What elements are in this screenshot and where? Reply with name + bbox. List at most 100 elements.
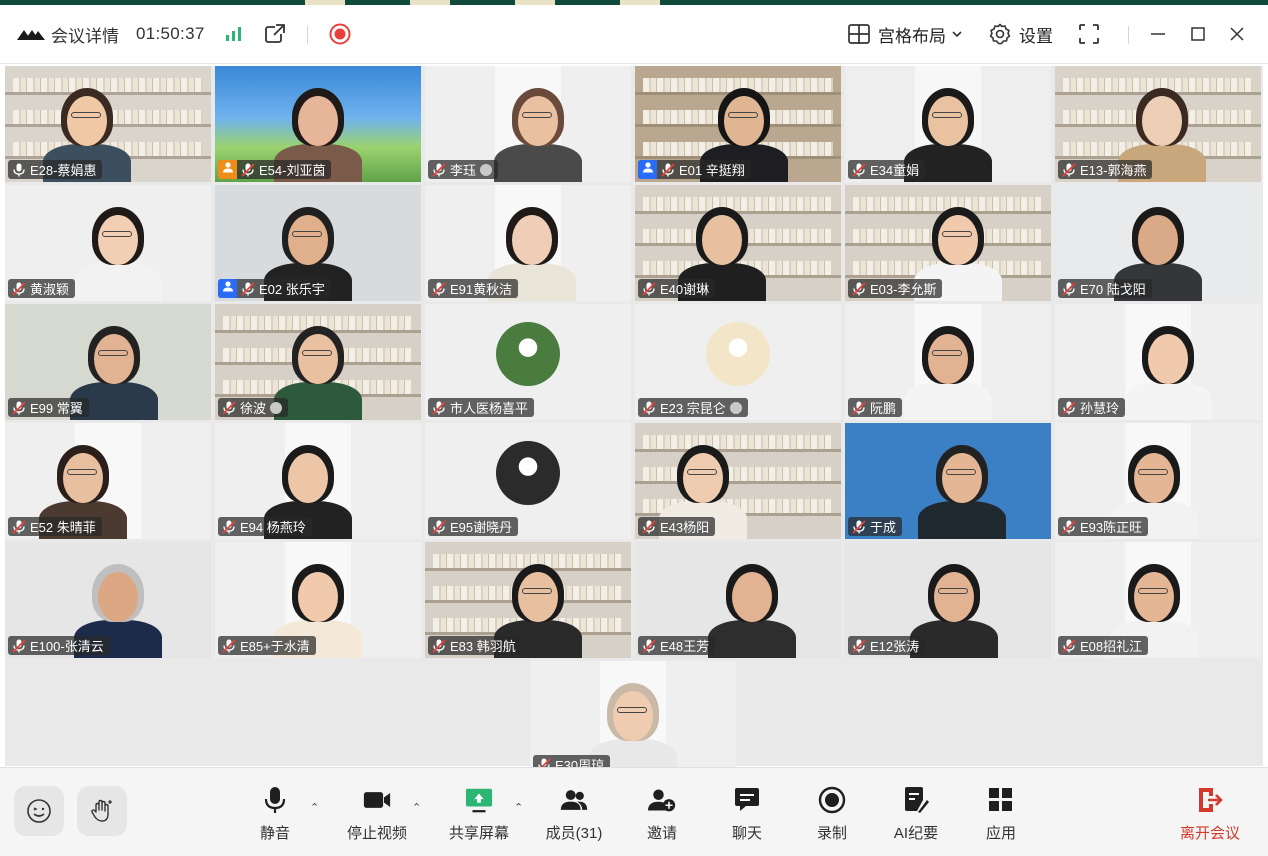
leave-meeting-button[interactable]: 离开会议 [1170, 780, 1250, 844]
participant-name: E23 宗昆仑 [660, 401, 726, 416]
person-face [1134, 453, 1174, 503]
participant-name: 阮鹏 [870, 401, 897, 416]
popout-icon[interactable] [264, 5, 286, 63]
stop-video-label: 停止视频 [346, 825, 407, 842]
network-signal-icon[interactable] [225, 5, 243, 63]
microphone-muted-icon [852, 638, 866, 653]
books-decoration [643, 197, 833, 211]
participant-video-tile[interactable]: 黄淑颖 [5, 185, 211, 301]
participant-video-tile[interactable]: E94 杨燕玲 [215, 423, 421, 539]
chat-button[interactable]: 聊天 [707, 780, 787, 844]
person-body [74, 263, 162, 301]
microphone-muted-icon [661, 162, 675, 177]
invite-label: 邀请 [646, 825, 677, 842]
participant-video-tile[interactable]: E83 韩羽航 [425, 542, 631, 658]
participant-video-tile[interactable]: 市人医杨喜平 [425, 304, 631, 420]
participant-name-label: E03-李允斯 [848, 279, 943, 298]
microphone-muted-icon [241, 281, 255, 296]
participant-video-tile[interactable]: E28-蔡娟惠 [5, 66, 211, 182]
chevron-down-icon [952, 30, 962, 38]
video-options-chevron-icon[interactable]: ⌃ [412, 801, 421, 814]
participant-name: 徐波 [240, 401, 267, 416]
participant-name-label: E85+于水清 [218, 636, 316, 655]
microphone-muted-icon [12, 519, 26, 534]
participant-video-tile[interactable]: E91黄秋洁 [425, 185, 631, 301]
participant-video-tile[interactable]: E100-张清云 [5, 542, 211, 658]
person-face [298, 96, 338, 146]
meeting-details-link[interactable]: 会议详情 [51, 5, 119, 63]
participant-name: E93陈正旺 [1080, 520, 1143, 535]
exit-door-icon [1196, 786, 1224, 814]
apps-button[interactable]: 应用 [961, 780, 1041, 844]
mute-options-chevron-icon[interactable]: ⌃ [310, 801, 319, 814]
person-face [98, 572, 138, 622]
participant-name: 于成 [870, 520, 897, 535]
participant-name: E91黄秋洁 [450, 282, 513, 297]
person-body [904, 382, 992, 420]
microphone-muted-icon [432, 519, 446, 534]
participant-video-tile[interactable]: E40谢琳 [635, 185, 841, 301]
participant-video-tile[interactable]: 阮鹏 [845, 304, 1051, 420]
participant-video-tile[interactable]: E43杨阳 [635, 423, 841, 539]
person-body [1124, 382, 1212, 420]
emoji-reaction-button[interactable] [14, 786, 64, 836]
participant-video-tile[interactable]: E85+于水清 [215, 542, 421, 658]
participant-video-tile[interactable]: E13-郭海燕 [1055, 66, 1261, 182]
participant-video-tile[interactable]: E12张涛 [845, 542, 1051, 658]
participant-video-tile[interactable]: E93陈正旺 [1055, 423, 1261, 539]
participant-video-tile[interactable]: E01 辛挺翔 [635, 66, 841, 182]
share-screen-icon [465, 786, 493, 814]
recording-indicator-icon[interactable] [329, 5, 351, 63]
participant-video-tile[interactable]: E99 常翼 [5, 304, 211, 420]
microphone-muted-icon [852, 281, 866, 296]
participant-video-tile[interactable]: E52 朱晴菲 [5, 423, 211, 539]
settings-button[interactable]: 设置 [989, 5, 1053, 63]
participant-video-tile[interactable]: E34童娟 [845, 66, 1051, 182]
participant-video-tile[interactable]: E23 宗昆仑 [635, 304, 841, 420]
participant-video-tile[interactable]: E30周琼 [530, 661, 736, 777]
share-screen-button[interactable]: 共享屏幕 [439, 780, 519, 844]
mute-button[interactable]: 静音 [235, 780, 315, 844]
glasses [98, 350, 128, 356]
person-face [942, 453, 982, 503]
participant-video-tile[interactable]: E08招礼江 [1055, 542, 1261, 658]
participant-video-tile[interactable]: 于成 [845, 423, 1051, 539]
person-face [518, 572, 558, 622]
person-face [683, 453, 723, 503]
person-face [928, 334, 968, 384]
participant-name-label: E40谢琳 [638, 279, 716, 298]
participant-video-tile[interactable]: E54-刘亚茵 [215, 66, 421, 182]
participant-video-tile[interactable]: E03-李允斯 [845, 185, 1051, 301]
participant-video-tile[interactable]: E70 陆戈阳 [1055, 185, 1261, 301]
participant-name-label: E83 韩羽航 [428, 636, 522, 655]
stop-video-button[interactable]: 停止视频 [337, 780, 417, 844]
participant-video-tile[interactable]: 孙慧玲 [1055, 304, 1261, 420]
ai-summary-button[interactable]: AI纪要 [876, 780, 956, 844]
record-button[interactable]: 录制 [792, 780, 872, 844]
microphone-muted-icon [222, 519, 236, 534]
microphone-muted-icon [1062, 281, 1076, 296]
participant-name: E34童娟 [870, 163, 920, 178]
participant-video-tile[interactable]: 徐波 [215, 304, 421, 420]
close-icon[interactable] [1229, 5, 1245, 63]
minimize-icon[interactable] [1150, 5, 1166, 63]
participant-video-tile[interactable]: E48王芳 [635, 542, 841, 658]
participant-video-tile[interactable]: E95谢晓丹 [425, 423, 631, 539]
person-face [288, 215, 328, 265]
share-options-chevron-icon[interactable]: ⌃ [514, 801, 523, 814]
raise-hand-button[interactable] [77, 786, 127, 836]
glasses [687, 469, 717, 475]
invite-button[interactable]: 邀请 [622, 780, 702, 844]
person-face [94, 334, 134, 384]
books-decoration [643, 435, 833, 449]
participant-video-tile[interactable]: 李珏 [425, 66, 631, 182]
maximize-icon[interactable] [1190, 5, 1206, 63]
glasses [102, 231, 132, 237]
microphone-icon [261, 786, 289, 814]
participant-video-tile[interactable]: E02 张乐宇 [215, 185, 421, 301]
fullscreen-icon[interactable] [1078, 5, 1100, 63]
profile-avatar [496, 441, 560, 505]
members-button[interactable]: 成员(31) [534, 780, 614, 844]
grid-layout-button[interactable]: 宫格布局 [848, 5, 962, 63]
person-face [63, 453, 103, 503]
